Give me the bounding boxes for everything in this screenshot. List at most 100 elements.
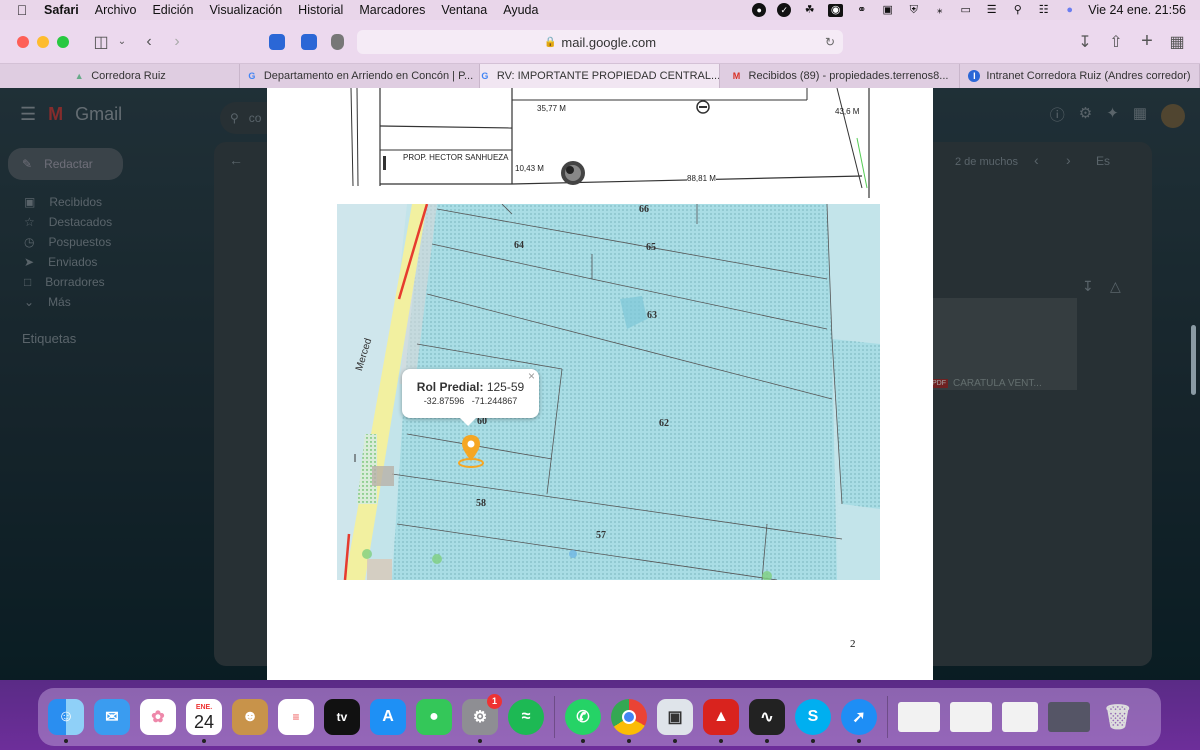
share-icon[interactable]: ⇧ [1102, 32, 1130, 52]
plan-measure-label: 43,6 M [835, 107, 860, 116]
menu-app-name[interactable]: Safari [44, 3, 87, 17]
recent-window-thumbnail[interactable] [1048, 702, 1090, 732]
tab-recibidos[interactable]: M Recibidos (89) - propiedades.terrenos8… [720, 64, 960, 88]
reload-icon[interactable]: ↻ [825, 35, 835, 49]
finder-icon[interactable]: ☺ [48, 699, 84, 743]
tab-label: Corredora Ruiz [91, 70, 166, 82]
mail-icon[interactable]: ✉ [94, 699, 130, 735]
menu-visualizacion[interactable]: Visualización [201, 3, 290, 17]
parcel-label: 66 [639, 204, 649, 215]
popup-lat: -32.87596 [423, 396, 465, 406]
menu-marcadores[interactable]: Marcadores [351, 3, 433, 17]
google-icon: G [248, 71, 256, 81]
google-icon: G [481, 71, 489, 81]
menu-ayuda[interactable]: Ayuda [495, 3, 546, 17]
intranet-icon: I [968, 70, 981, 82]
tab-rv-importante[interactable]: G RV: IMPORTANTE PROPIEDAD CENTRAL... [480, 64, 720, 88]
acrobat-icon[interactable]: ▲ [703, 699, 739, 743]
new-tab-icon[interactable]: + [1133, 30, 1161, 53]
minimize-window-button[interactable] [37, 35, 49, 48]
evernote-icon[interactable]: ☘ [802, 4, 817, 17]
tab-bar: ▲ Corredora Ruiz G Departamento en Arrie… [0, 64, 1200, 88]
battery-icon[interactable]: ▭ [958, 4, 973, 17]
back-icon[interactable]: ‹ [135, 33, 163, 51]
menu-archivo[interactable]: Archivo [87, 3, 145, 17]
extension-shield-icon[interactable] [269, 34, 285, 50]
privacy-shield-icon[interactable] [331, 34, 344, 50]
menu-clock[interactable]: Vie 24 ene. 21:56 [1088, 3, 1186, 17]
menu-bar:  Safari Archivo Edición Visualización H… [0, 0, 1200, 20]
calendar-icon[interactable]: ENE. 24 [186, 699, 222, 743]
contacts-icon[interactable]: ☻ [232, 699, 268, 735]
spotify-icon[interactable]: ≈ [508, 699, 544, 735]
close-window-button[interactable] [17, 35, 29, 48]
vpn-icon[interactable]: ● [752, 3, 767, 17]
tab-overview-icon[interactable]: ▦ [1163, 32, 1191, 52]
parcel-label: 65 [646, 242, 656, 253]
document-page: 35,77 M 43,6 M PROP. HECTOR SANHUEZA 10,… [267, 87, 933, 680]
safari-icon[interactable]: ➚ [841, 699, 877, 743]
popup-title: Rol Predial: 125-59 [402, 380, 539, 394]
plan-measure-label: 10,43 M [515, 164, 544, 173]
sidebar-icon[interactable]: ◫ [87, 32, 115, 52]
tab-label: RV: IMPORTANTE PROPIEDAD CENTRAL... [496, 70, 720, 82]
creative-cloud-icon[interactable]: ⚭ [854, 4, 869, 17]
menu-ventana[interactable]: Ventana [433, 3, 495, 17]
plan-measure-label: 35,77 M [537, 104, 566, 113]
popup-title-label: Rol Predial: [416, 380, 484, 394]
chevron-down-icon[interactable]: ⌄ [115, 36, 129, 47]
wifi-icon[interactable]: ☰ [984, 4, 999, 17]
page-number: 2 [850, 638, 856, 650]
menu-historial[interactable]: Historial [290, 3, 351, 17]
extension-shield-icon[interactable] [301, 34, 317, 50]
close-icon[interactable]: × [528, 369, 535, 383]
siri-icon[interactable]: ● [1062, 4, 1077, 17]
preview-icon[interactable]: ▣ [657, 699, 693, 743]
scrollbar[interactable] [1191, 325, 1196, 395]
apple-tv-icon[interactable]: tv [324, 699, 360, 735]
photos-icon[interactable]: ✿ [140, 699, 176, 735]
system-settings-icon[interactable]: ⚙ 1 [462, 694, 502, 743]
menu-edicion[interactable]: Edición [144, 3, 201, 17]
site-plan: 35,77 M 43,6 M PROP. HECTOR SANHUEZA 10,… [337, 87, 877, 200]
forward-icon[interactable]: › [163, 33, 191, 51]
skype-icon[interactable]: S [795, 699, 831, 743]
check-icon[interactable]: ✓ [777, 3, 792, 17]
briefcase-icon[interactable]: ▣ [880, 4, 895, 17]
trash-icon[interactable]: 🗑 [1100, 699, 1136, 735]
popup-coordinates: -32.87596 -71.244867 [402, 396, 539, 406]
chrome-icon[interactable] [611, 699, 647, 743]
voice-memos-icon[interactable]: ∿ [749, 699, 785, 743]
cadastral-map[interactable]: Merced 66 64 65 63 62 58 57 60 × Rol Pre… [337, 204, 880, 580]
parcel-label: 58 [476, 498, 486, 509]
recent-window-thumbnail[interactable] [950, 702, 992, 732]
tab-label: Departamento en Arriendo en Concón | P..… [263, 70, 474, 82]
app-store-icon[interactable]: A [370, 699, 406, 735]
lock-icon: 🔒 [543, 36, 557, 48]
parcel-label: 64 [514, 240, 524, 251]
shield-icon[interactable]: ⛨ [906, 4, 921, 17]
parcel-label: 57 [596, 530, 606, 541]
tab-corredora-ruiz[interactable]: ▲ Corredora Ruiz [0, 64, 240, 88]
recent-window-thumbnail[interactable] [898, 702, 940, 732]
plan-owner-label: PROP. HECTOR SANHUEZA [403, 153, 509, 162]
zoom-window-button[interactable] [57, 35, 69, 48]
tab-intranet[interactable]: I Intranet Corredora Ruiz (Andres corred… [960, 64, 1200, 88]
reminders-icon[interactable]: ≡ [278, 699, 314, 735]
bluetooth-icon[interactable]: ⁎ [932, 4, 947, 17]
whatsapp-icon[interactable]: ✆ [565, 699, 601, 743]
address-bar[interactable]: 🔒 mail.google.com ↻ [357, 30, 843, 54]
search-icon[interactable]: ⚲ [1010, 4, 1025, 17]
gmail-icon: M [732, 71, 741, 81]
messages-icon[interactable]: ● [416, 699, 452, 735]
camera-icon[interactable]: ◉ [828, 3, 844, 17]
control-center-icon[interactable]: ☷ [1036, 4, 1051, 17]
apple-icon[interactable]:  [0, 2, 44, 18]
location-pin-icon[interactable] [457, 433, 485, 469]
dock-area: ☺ ✉ ✿ ENE. 24 ☻ ≡ tv A ● ⚙ 1 ≈ ✆ ▣ ▲ ∿ S … [0, 680, 1200, 750]
dock-separator [554, 696, 555, 738]
parcel-label: 62 [659, 418, 669, 429]
download-icon[interactable]: ↧ [1071, 32, 1099, 52]
recent-window-thumbnail[interactable] [1002, 702, 1038, 732]
tab-departamento[interactable]: G Departamento en Arriendo en Concón | P… [240, 64, 480, 88]
